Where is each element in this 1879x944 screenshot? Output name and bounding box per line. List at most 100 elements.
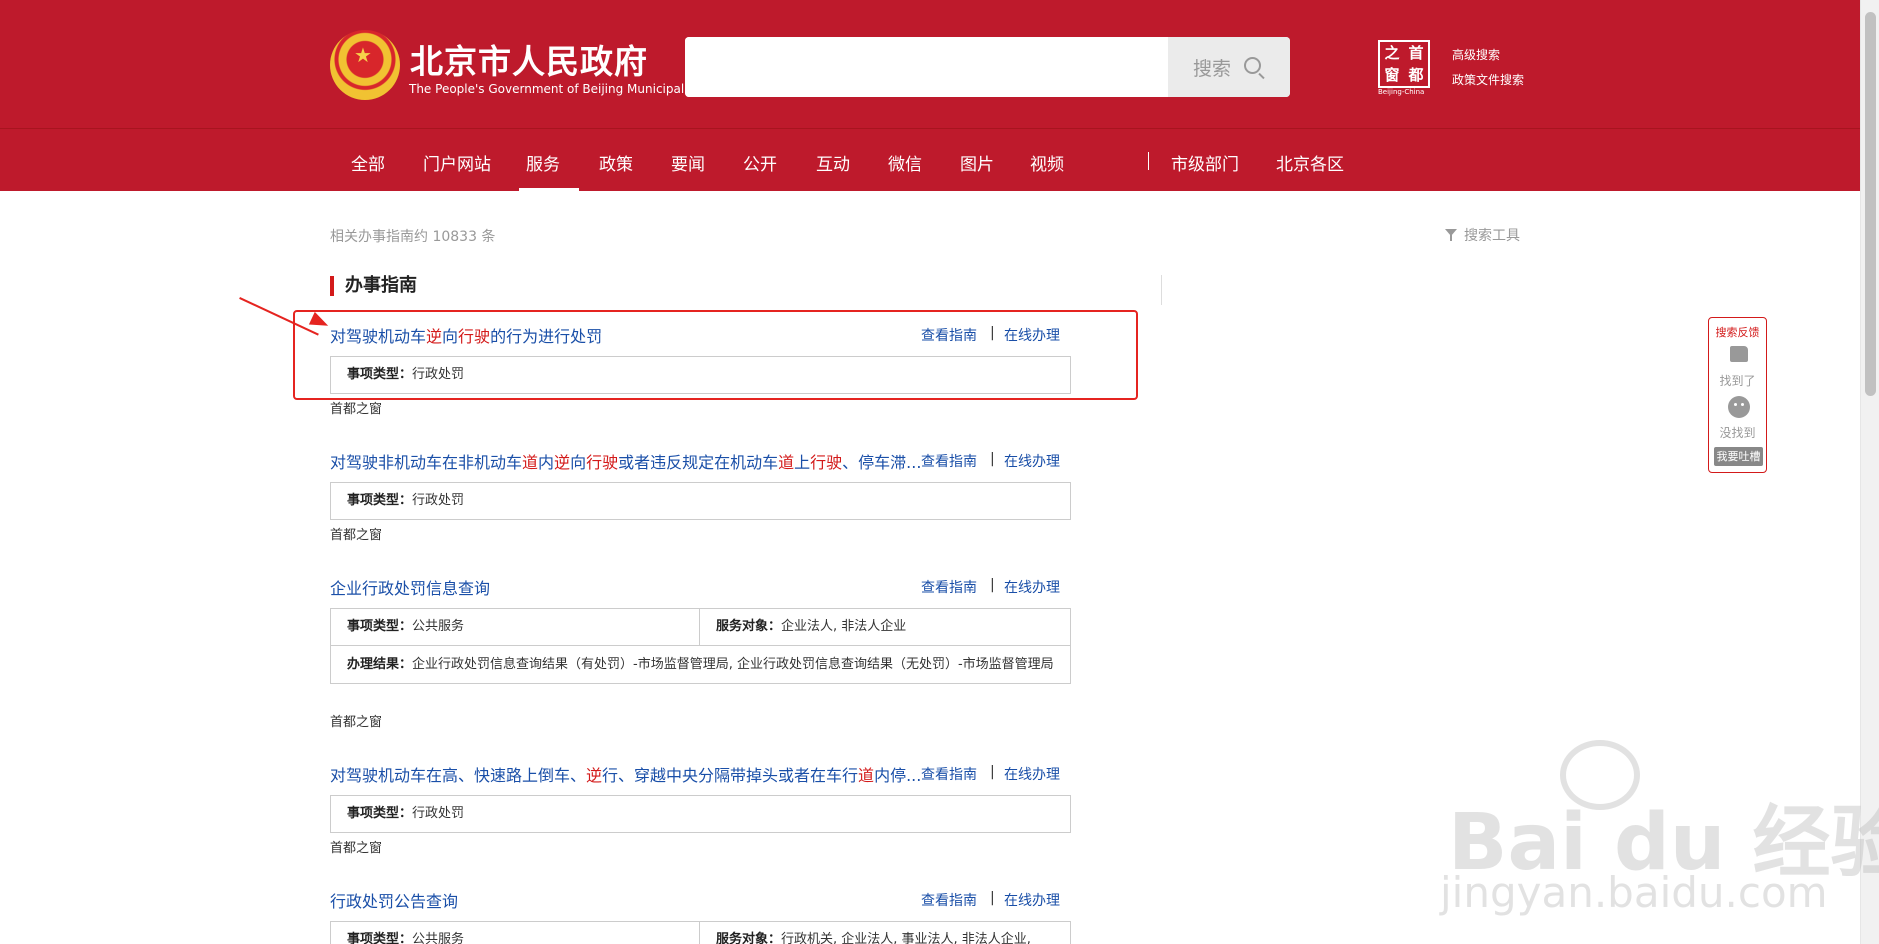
nav-service[interactable]: 服务 (526, 150, 560, 175)
title-keyword-highlight: 逆 (586, 766, 603, 785)
title-segment: 对驾驶机动车在高、快速路上倒车、 (330, 766, 587, 785)
target-label: 服务对象： (716, 619, 782, 634)
type-label: 事项类型： (347, 806, 413, 821)
view-guide-link-3[interactable]: 查看指南 (921, 577, 977, 597)
title-keyword-highlight: 行驶 (586, 453, 619, 472)
complain-button[interactable]: 我要吐槽 (1714, 447, 1763, 466)
filter-icon[interactable] (1445, 229, 1457, 241)
title-segment: 向 (570, 453, 587, 472)
watermark-main: Bai du 经验 (1448, 798, 1879, 888)
result-source-1[interactable]: 首都之窗 (330, 398, 382, 417)
view-guide-link-4[interactable]: 查看指南 (921, 764, 977, 784)
nav-policy[interactable]: 政策 (599, 150, 633, 175)
type-value: 公共服务 (412, 932, 465, 944)
title-segment: 上 (794, 453, 811, 472)
info-row: 事项类型：公共服务 服务对象：行政机关, 企业法人, 事业法人, 非法人企业, (331, 922, 1070, 944)
scrollbar-thumb[interactable] (1865, 12, 1876, 396)
result-label: 办理结果： (347, 657, 413, 672)
paw-icon (1560, 740, 1640, 810)
search-button[interactable]: 搜索 (1168, 37, 1290, 97)
view-guide-link-5[interactable]: 查看指南 (921, 890, 977, 910)
online-handle-link-2[interactable]: 在线办理 (1004, 451, 1060, 471)
op-separator: | (990, 577, 995, 593)
feedback-title: 搜索反馈 (1715, 326, 1760, 339)
search-input[interactable] (685, 37, 1168, 97)
annotation-highlight-box (293, 310, 1138, 400)
result-title-3[interactable]: 企业行政处罚信息查询 (330, 575, 490, 599)
nav-public[interactable]: 公开 (743, 150, 777, 175)
nav-districts[interactable]: 北京各区 (1276, 150, 1344, 175)
policy-search-link[interactable]: 政策文件搜索 (1452, 71, 1524, 88)
online-handle-link-4[interactable]: 在线办理 (1004, 764, 1060, 784)
search-button-label: 搜索 (1193, 58, 1232, 80)
online-handle-link-3[interactable]: 在线办理 (1004, 577, 1060, 597)
nav-all[interactable]: 全部 (351, 150, 385, 175)
search-bar: 搜索 (685, 37, 1290, 97)
info-row: 事项类型：公共服务 服务对象：企业法人, 非法人企业 (331, 609, 1070, 645)
result-info-box-4: 事项类型：行政处罚 (330, 795, 1071, 833)
info-cell: 事项类型：公共服务 (331, 609, 700, 645)
sad-face-icon[interactable] (1728, 396, 1750, 418)
national-emblem-icon: ★ (330, 30, 400, 100)
header-top: ★ 北京市人民政府 The People's Government of Bei… (0, 0, 1860, 129)
nav-departments[interactable]: 市级部门 (1171, 150, 1239, 175)
site-logo-title[interactable]: 北京市人民政府 (410, 35, 648, 83)
nav-video[interactable]: 视频 (1030, 150, 1064, 175)
op-separator: | (990, 764, 995, 780)
nav-interact[interactable]: 互动 (816, 150, 850, 175)
type-label: 事项类型： (347, 619, 413, 634)
result-source-4[interactable]: 首都之窗 (330, 837, 382, 856)
result-title-4[interactable]: 对驾驶机动车在高、快速路上倒车、逆行、穿越中央分隔带掉头或者在车行道内停... (330, 762, 921, 786)
search-tools-button[interactable]: 搜索工具 (1464, 225, 1520, 245)
vertical-scrollbar[interactable] (1860, 0, 1879, 944)
target-value: 行政机关, 企业法人, 事业法人, 非法人企业, (781, 932, 1031, 944)
online-handle-link-5[interactable]: 在线办理 (1004, 890, 1060, 910)
result-info-box-5: 事项类型：公共服务 服务对象：行政机关, 企业法人, 事业法人, 非法人企业, (330, 921, 1071, 944)
title-keyword-highlight: 行驶 (810, 453, 843, 472)
baidu-watermark: Bai du 经验 jingyan.baidu.com (1440, 740, 1879, 940)
nav-portal[interactable]: 门户网站 (423, 150, 491, 175)
info-cell: 事项类型：行政处罚 (331, 483, 480, 519)
op-separator: | (990, 890, 995, 906)
title-segment: 内 (538, 453, 555, 472)
view-guide-link-2[interactable]: 查看指南 (921, 451, 977, 471)
search-icon (1244, 57, 1261, 74)
nav-news[interactable]: 要闻 (671, 150, 705, 175)
site-logo-subtitle: The People's Government of Beijing Munic… (409, 82, 700, 96)
capital-window-logo[interactable]: 之 首 窗 都 (1378, 40, 1430, 88)
nav-active-indicator (519, 188, 579, 191)
result-info-box-3: 事项类型：公共服务 服务对象：企业法人, 非法人企业 办理结果：企业行政处罚信息… (330, 608, 1071, 684)
title-keyword-highlight: 道 (522, 453, 539, 472)
target-value: 企业法人, 非法人企业 (781, 619, 907, 634)
capital-logo-char: 首 (1408, 44, 1424, 62)
info-row: 事项类型：行政处罚 (331, 483, 1070, 519)
title-keyword-highlight: 道 (778, 453, 795, 472)
result-source-2[interactable]: 首都之窗 (330, 524, 382, 543)
title-keyword-highlight: 道 (858, 766, 875, 785)
type-label: 事项类型： (347, 932, 413, 944)
type-value: 行政处罚 (412, 493, 465, 508)
type-value: 公共服务 (412, 619, 465, 634)
watermark-sub: jingyan.baidu.com (1440, 868, 1828, 917)
nav-divider (1148, 152, 1149, 170)
site-header: ★ 北京市人民政府 The People's Government of Bei… (0, 0, 1860, 191)
feedback-widget: 搜索反馈 找到了 没找到 我要吐槽 (1708, 317, 1767, 473)
capital-logo-char: 窗 (1384, 66, 1400, 84)
nav-wechat[interactable]: 微信 (888, 150, 922, 175)
target-label: 服务对象： (716, 932, 782, 944)
title-segment: 企业行政处罚信息查询 (330, 579, 491, 598)
feedback-found[interactable]: 找到了 (1709, 372, 1766, 389)
result-value: 企业行政处罚信息查询结果（有处罚）-市场监督管理局, 企业行政处罚信息查询结果（… (412, 657, 1054, 672)
advanced-search-link[interactable]: 高级搜索 (1452, 46, 1500, 63)
result-title-5[interactable]: 行政处罚公告查询 (330, 888, 458, 912)
column-divider (1161, 275, 1162, 305)
info-cell: 服务对象：企业法人, 非法人企业 (700, 609, 922, 645)
result-source-3[interactable]: 首都之窗 (330, 711, 382, 730)
info-cell: 办理结果：企业行政处罚信息查询结果（有处罚）-市场监督管理局, 企业行政处罚信息… (331, 646, 1070, 683)
main-nav: 全部 门户网站 服务 政策 要闻 公开 互动 微信 图片 视频 市级部门 北京各… (0, 130, 1860, 191)
op-separator: | (990, 451, 995, 467)
thumbs-up-icon[interactable] (1730, 346, 1748, 362)
feedback-not-found[interactable]: 没找到 (1709, 424, 1766, 441)
nav-images[interactable]: 图片 (960, 150, 994, 175)
result-title-2[interactable]: 对驾驶非机动车在非机动车道内逆向行驶或者违反规定在机动车道上行驶、停车滞... (330, 449, 921, 473)
